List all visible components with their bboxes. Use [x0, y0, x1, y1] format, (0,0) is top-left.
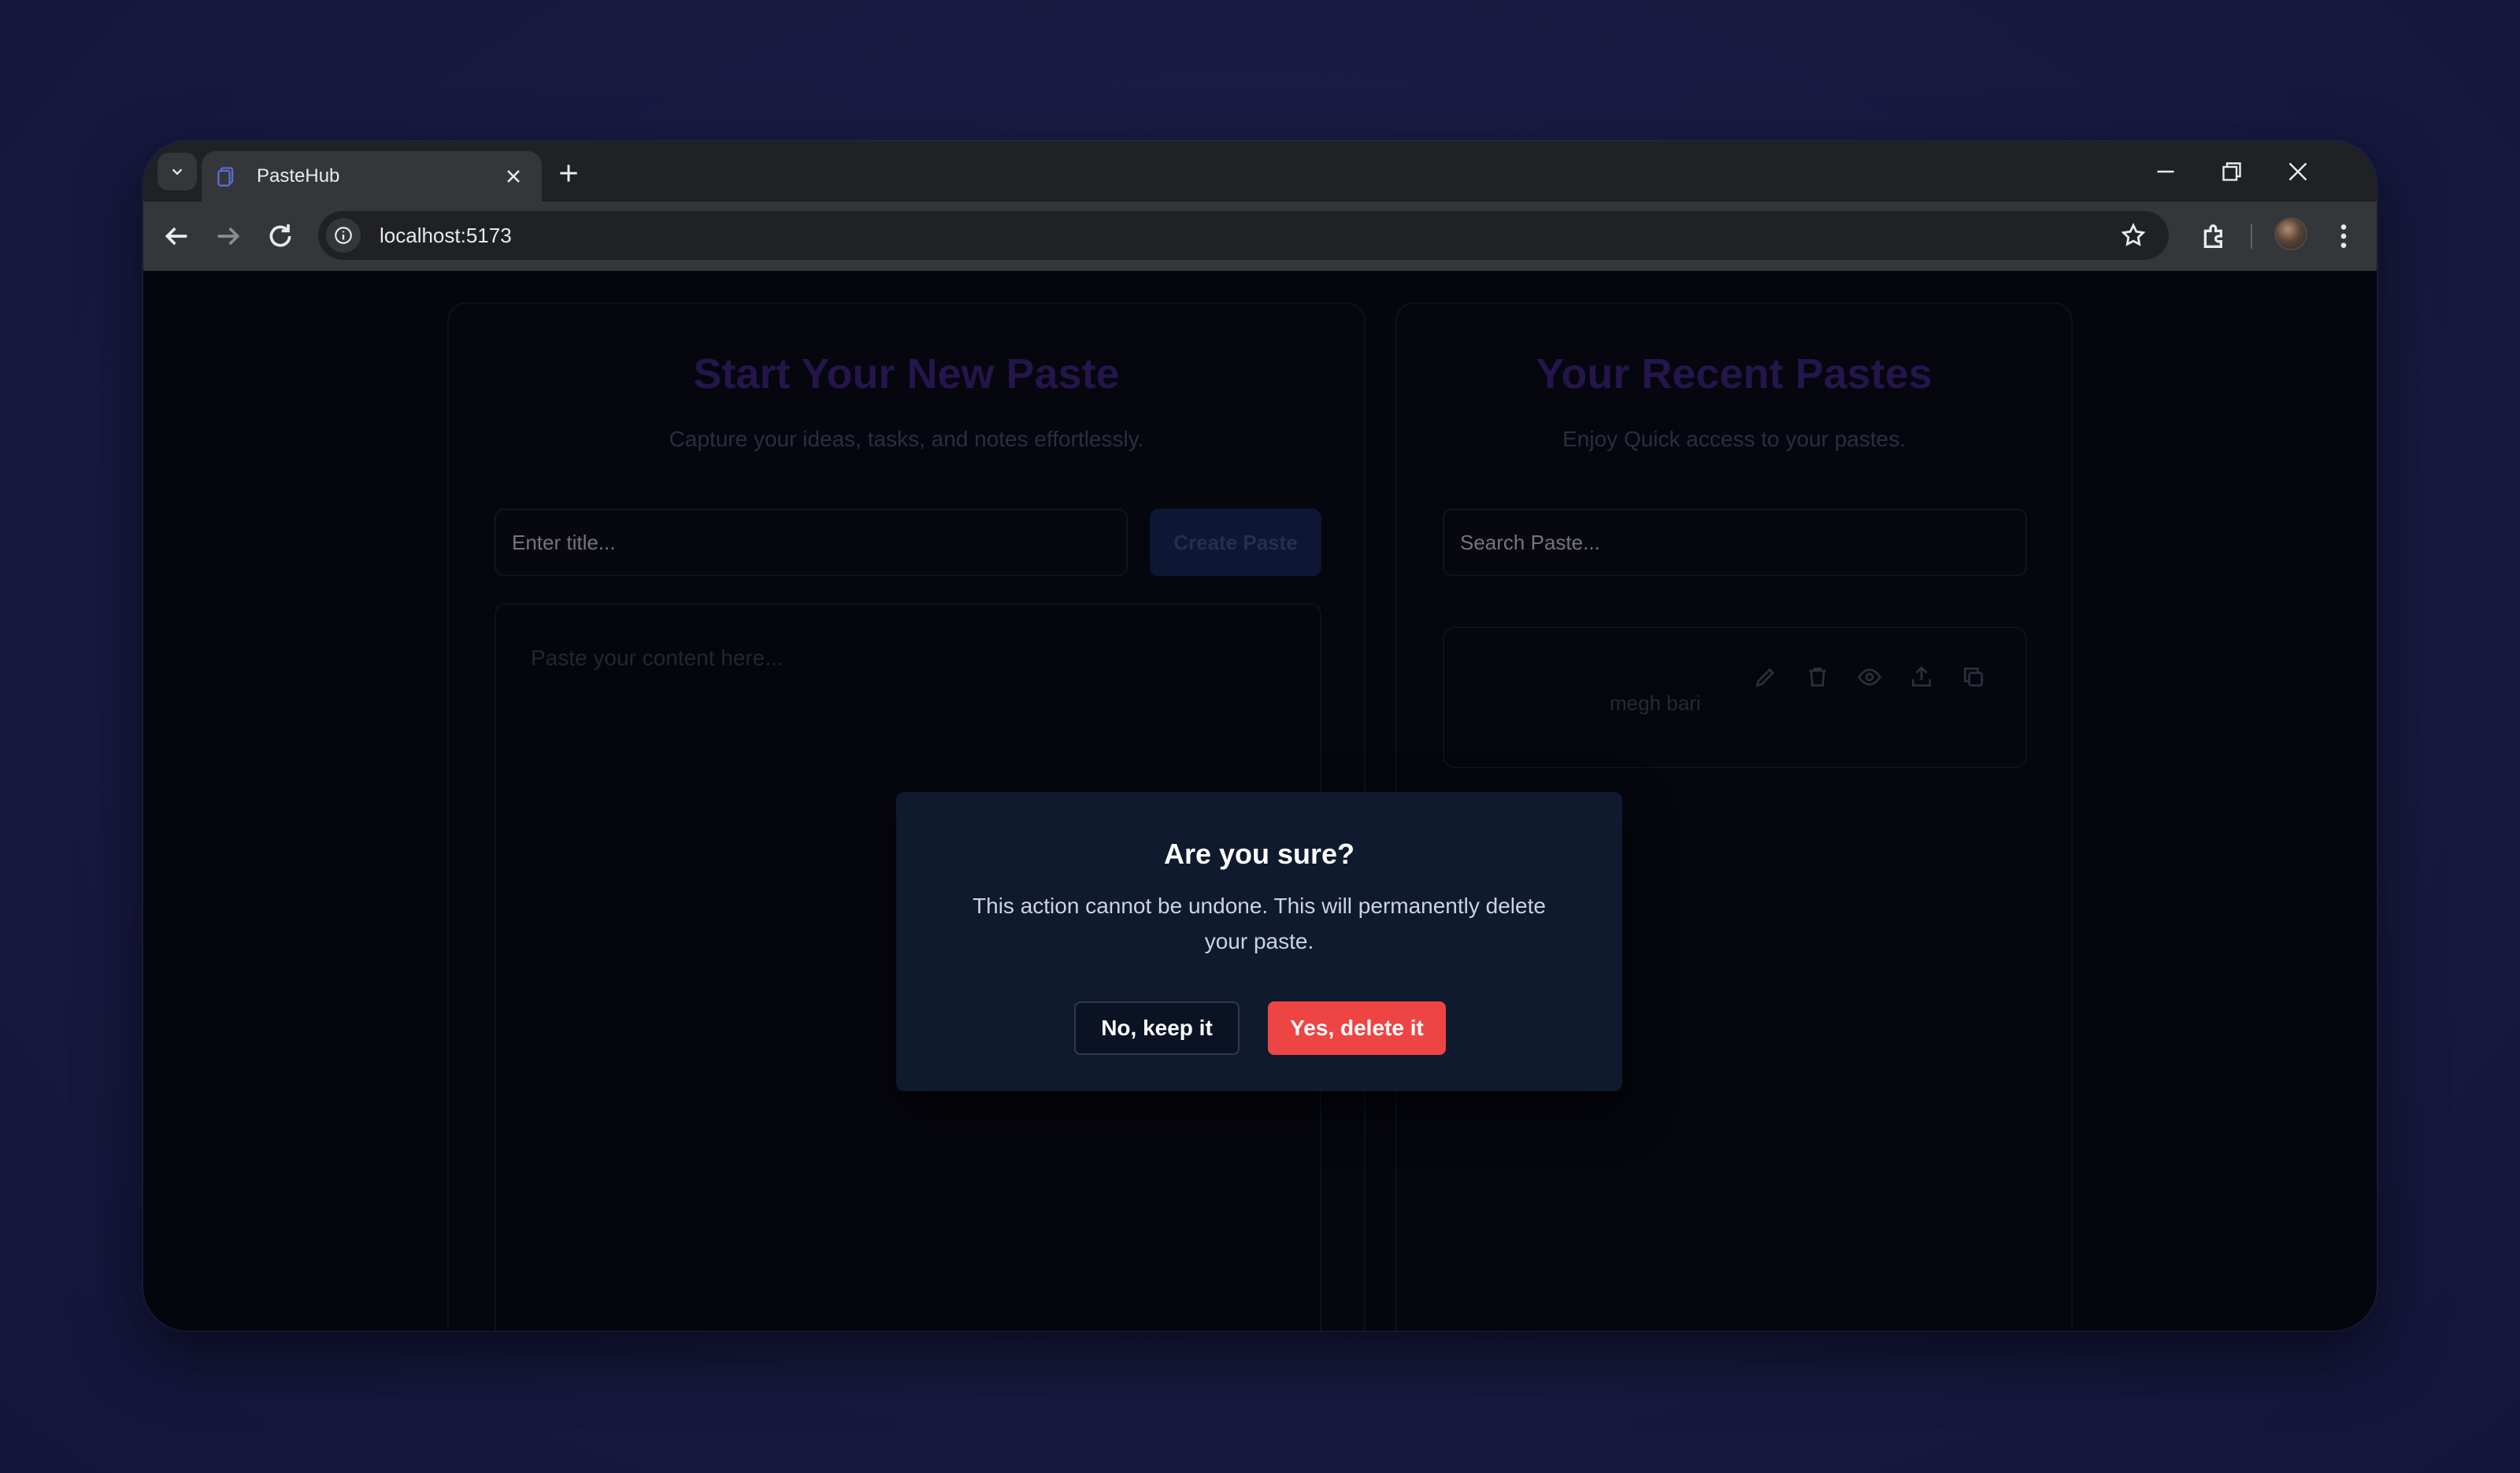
edit-icon[interactable] — [1753, 664, 1778, 690]
close-window-icon[interactable] — [2284, 157, 2312, 186]
minimize-icon[interactable] — [2151, 157, 2180, 186]
recent-pastes-title: Your Recent Pastes — [1536, 350, 1933, 398]
page-icon — [217, 167, 234, 187]
new-paste-title: Start Your New Paste — [693, 350, 1120, 398]
close-icon[interactable] — [502, 165, 524, 187]
create-paste-button[interactable]: Create Paste — [1150, 509, 1321, 576]
profile-avatar[interactable] — [2274, 217, 2307, 250]
tab-search-button[interactable] — [158, 153, 197, 191]
recent-pastes-subtitle: Enjoy Quick access to your pastes. — [1562, 427, 1906, 451]
info-icon — [335, 227, 352, 244]
url-text: localhost:5173 — [380, 224, 512, 247]
share-icon[interactable] — [1909, 664, 1934, 690]
browser-window: PasteHub localhost:5173 Start Your New P… — [143, 142, 2377, 1331]
restore-icon[interactable] — [2218, 157, 2246, 186]
cancel-button[interactable]: No, keep it — [1074, 1001, 1240, 1055]
paste-title-input[interactable] — [495, 509, 1128, 576]
content-placeholder: Paste your content here... — [531, 646, 784, 670]
new-paste-subtitle: Capture your ideas, tasks, and notes eff… — [669, 427, 1144, 451]
star-icon[interactable] — [2120, 222, 2147, 249]
page-content: Start Your New Paste Capture your ideas,… — [143, 271, 2377, 1331]
trash-icon[interactable] — [1805, 664, 1830, 690]
site-info-button[interactable] — [326, 218, 361, 253]
confirm-delete-button[interactable]: Yes, delete it — [1268, 1001, 1446, 1055]
paste-snippet: megh bari — [1610, 691, 1701, 715]
browser-toolbar: localhost:5173 — [143, 202, 2377, 271]
confirm-delete-dialog: Are you sure? This action cannot be undo… — [896, 792, 1622, 1091]
address-bar[interactable]: localhost:5173 — [318, 211, 2169, 260]
plus-icon[interactable] — [556, 161, 581, 186]
paste-card: megh bari — [1443, 627, 2027, 768]
arrow-left-icon[interactable] — [161, 220, 192, 252]
tab-bar: PasteHub — [143, 142, 2377, 202]
reload-icon[interactable] — [265, 220, 296, 252]
eye-icon[interactable] — [1857, 664, 1882, 690]
puzzle-icon[interactable] — [2199, 220, 2230, 252]
copy-icon[interactable] — [1961, 664, 1986, 690]
search-paste-input[interactable] — [1443, 509, 2027, 576]
chevron-down-icon — [172, 168, 183, 176]
dialog-message: This action cannot be undone. This will … — [973, 894, 1546, 953]
toolbar-divider — [2251, 224, 2252, 249]
dialog-title: Are you sure? — [1163, 838, 1355, 870]
arrow-right-icon[interactable] — [213, 220, 244, 252]
tab-pastehub[interactable]: PasteHub — [202, 151, 542, 202]
tab-title: PasteHub — [257, 165, 340, 187]
kebab-menu-icon[interactable] — [2328, 220, 2359, 252]
